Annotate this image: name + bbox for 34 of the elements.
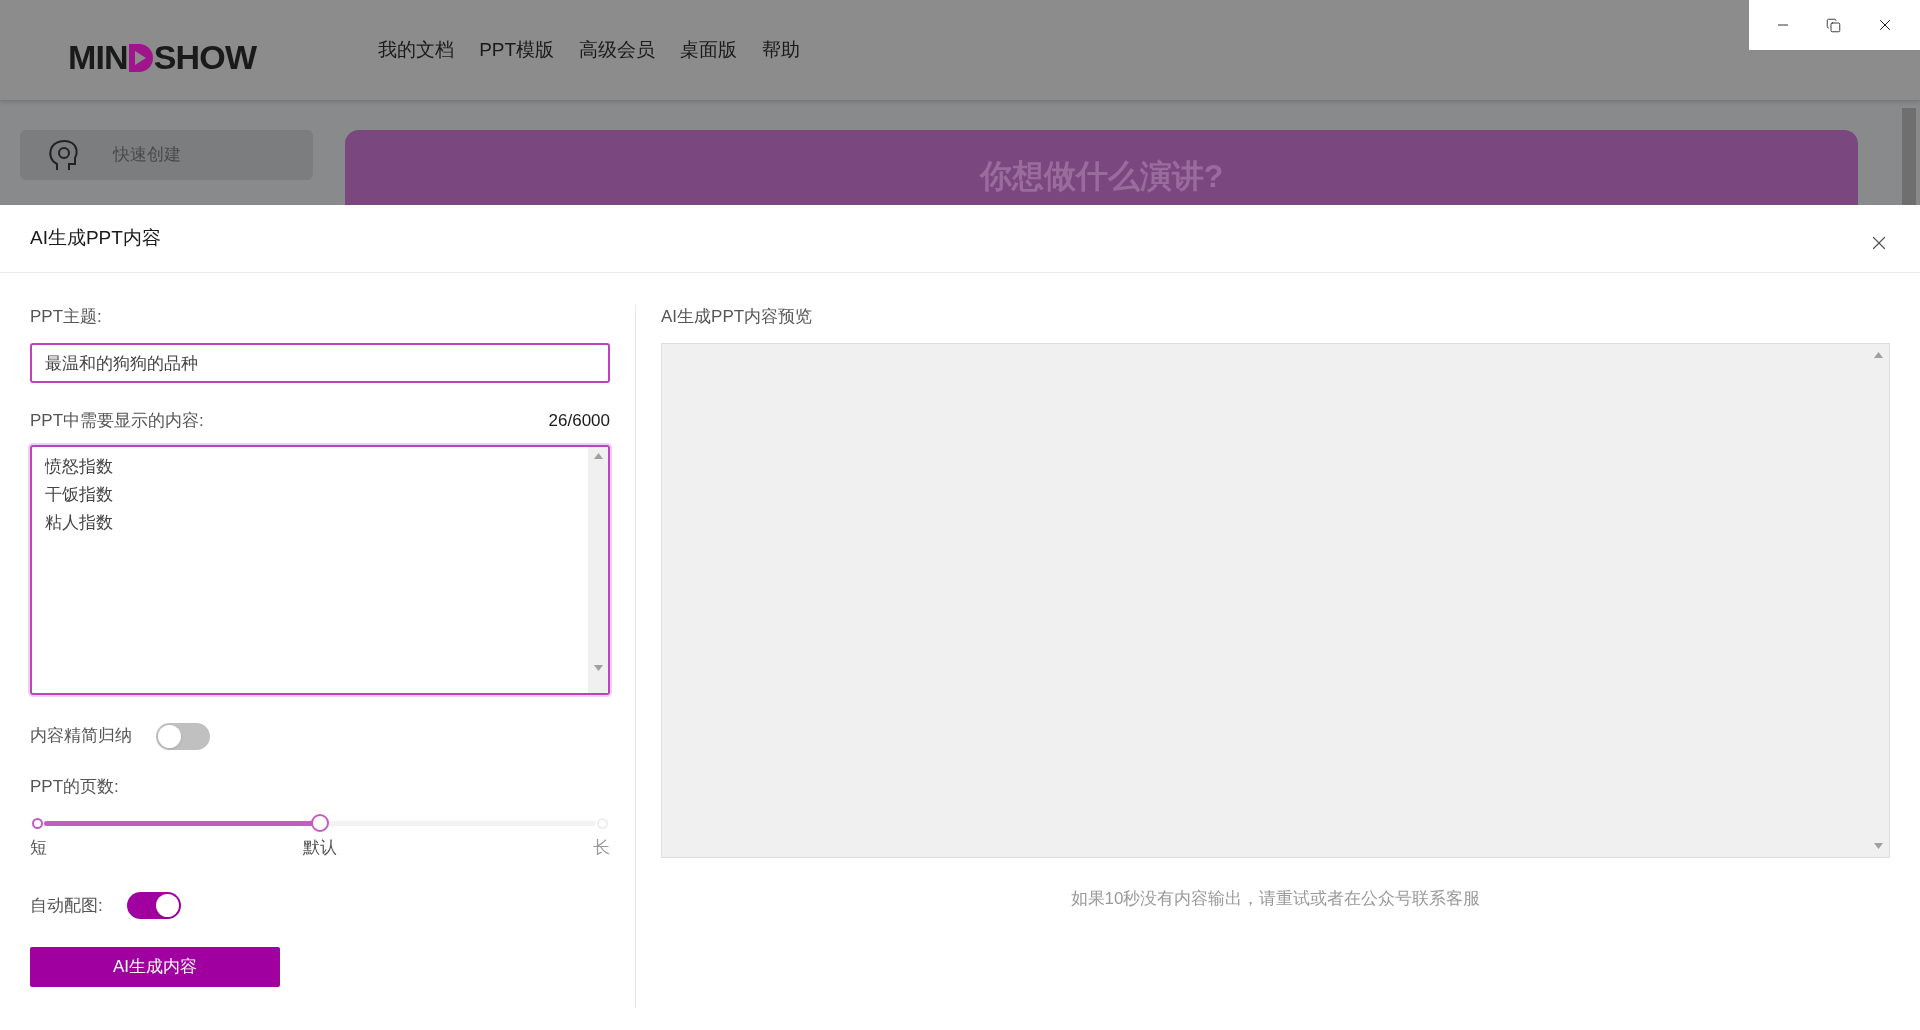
slider-mark: 默认 (303, 837, 337, 859)
restore-icon[interactable] (1826, 17, 1841, 33)
hint-text: 如果10秒没有内容输出，请重试或者在公众号联系客服 (1069, 888, 1482, 910)
slider-thumb[interactable] (311, 814, 329, 832)
nav-link[interactable]: PPT模版 (479, 36, 555, 65)
text-line: 愤怒指数 (45, 456, 113, 478)
nav-link[interactable]: 高级会员 (579, 36, 656, 65)
text-line: 干饭指数 (45, 484, 113, 506)
generate-button[interactable]: AI生成内容 (30, 946, 280, 987)
nav-link[interactable]: 帮助 (762, 36, 801, 65)
text-line: 粘人指数 (45, 512, 113, 534)
play-icon (128, 43, 153, 72)
scroll-down-icon[interactable] (593, 665, 603, 671)
field-label: PPT主题: (30, 306, 103, 329)
scroll-up-icon[interactable] (1874, 352, 1883, 358)
toggle-label: 自动配图: (30, 894, 103, 917)
nav-link[interactable]: 我的文档 (378, 36, 455, 65)
logo-text: SHOW (153, 37, 257, 78)
slider-mark: 长 (593, 837, 610, 859)
nav-link[interactable]: 桌面版 (680, 36, 738, 65)
summarize-toggle[interactable] (156, 722, 210, 750)
scroll-up-icon[interactable] (593, 453, 603, 459)
content-textarea[interactable]: 愤怒指数 干饭指数 粘人指数 (30, 445, 610, 695)
topic-input[interactable]: 最温和的狗狗的品种 (30, 343, 610, 383)
logo-text: MIN (68, 37, 128, 78)
auto-images-toggle[interactable] (126, 892, 181, 919)
scroll-down-icon[interactable] (1874, 843, 1883, 849)
toggle-label: 内容精简归纳 (30, 725, 132, 748)
slider-mark: 短 (30, 837, 47, 859)
preview-label: AI生成PPT内容预览 (661, 306, 814, 329)
field-label: PPT的页数: (30, 776, 120, 799)
character-count: 26/6000 (548, 410, 610, 433)
field-label: PPT中需要显示的内容: (30, 410, 204, 433)
dialog-title: AI生成PPT内容 (30, 226, 161, 251)
